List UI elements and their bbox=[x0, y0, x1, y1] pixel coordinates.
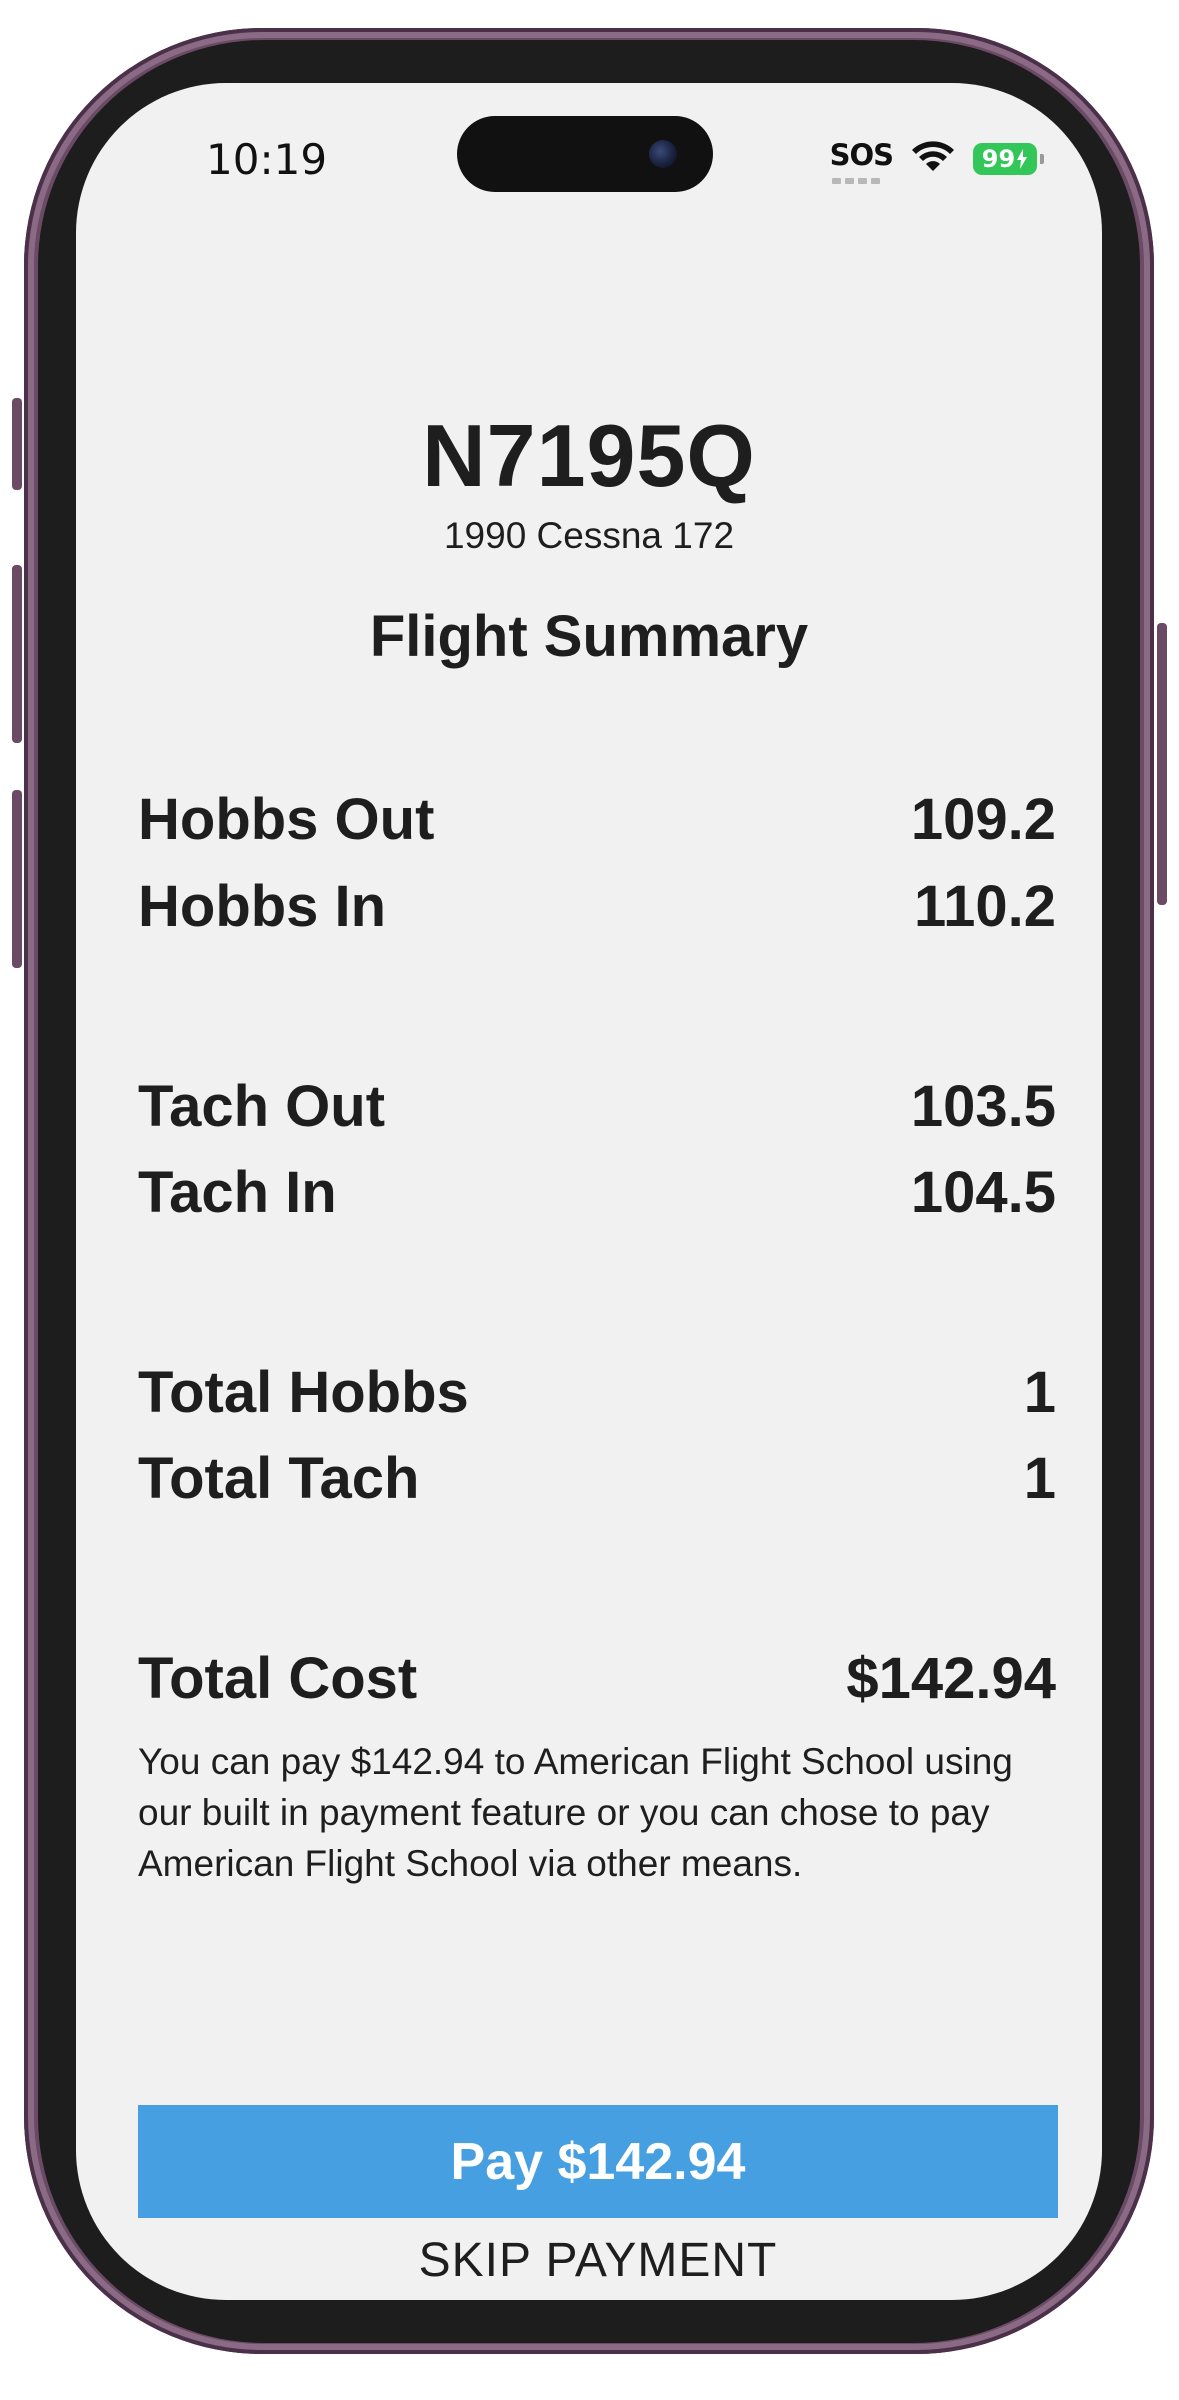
action-button bbox=[12, 398, 22, 490]
row-label: Total Tach bbox=[138, 1446, 420, 1511]
volume-down-button bbox=[12, 790, 22, 968]
row-value: 110.2 bbox=[914, 874, 1056, 939]
battery-tip bbox=[1040, 154, 1044, 164]
summary-row-hobbs-in: Hobbs In 110.2 bbox=[138, 873, 1056, 940]
summary-row-total-hobbs: Total Hobbs 1 bbox=[138, 1359, 1056, 1426]
flight-summary-title: Flight Summary bbox=[369, 604, 809, 669]
summary-row-tach-out: Tach Out 103.5 bbox=[138, 1073, 1056, 1140]
payment-note: You can pay $142.94 to American Flight S… bbox=[138, 1741, 1013, 1884]
signal-dots bbox=[831, 178, 880, 184]
row-value: 104.5 bbox=[910, 1160, 1056, 1225]
sos-indicator: SOS bbox=[829, 138, 894, 184]
sos-label: SOS bbox=[829, 138, 894, 172]
summary-row-total-tach: Total Tach 1 bbox=[138, 1445, 1056, 1512]
row-value: 109.2 bbox=[910, 787, 1056, 852]
summary-row-hobbs-out: Hobbs Out 109.2 bbox=[138, 786, 1056, 853]
pay-button[interactable]: Pay $142.94 bbox=[138, 2105, 1058, 2218]
camera-icon bbox=[649, 140, 677, 168]
row-label: Hobbs In bbox=[138, 874, 387, 939]
status-indicators: SOS 99 bbox=[829, 138, 1044, 184]
summary-row-total-cost: Total Cost $142.94 bbox=[138, 1645, 1056, 1712]
row-label: Tach In bbox=[138, 1160, 337, 1225]
battery-level: 99 bbox=[981, 145, 1016, 173]
power-button bbox=[1157, 623, 1167, 905]
status-time: 10:19 bbox=[206, 135, 328, 184]
row-value: 103.5 bbox=[910, 1074, 1056, 1139]
aircraft-model: 1990 Cessna 172 bbox=[443, 515, 735, 556]
app-screen: 10:19 SOS 99 N7195Q 1990 Cessna 172 Flig… bbox=[76, 83, 1102, 2300]
row-value: 1 bbox=[1023, 1360, 1056, 1425]
row-label: Tach Out bbox=[138, 1074, 386, 1139]
battery-icon: 99 bbox=[973, 143, 1044, 175]
row-value: 1 bbox=[1023, 1446, 1056, 1511]
row-value: $142.94 bbox=[846, 1646, 1056, 1711]
skip-payment-button[interactable]: SKIP PAYMENT bbox=[138, 2233, 1058, 2288]
dynamic-island bbox=[457, 116, 713, 192]
aircraft-tail-number: N7195Q bbox=[422, 406, 756, 505]
row-label: Hobbs Out bbox=[138, 787, 435, 852]
wifi-icon bbox=[911, 140, 955, 179]
row-label: Total Hobbs bbox=[138, 1360, 469, 1425]
volume-up-button bbox=[12, 565, 22, 743]
summary-row-tach-in: Tach In 104.5 bbox=[138, 1159, 1056, 1226]
row-label: Total Cost bbox=[138, 1646, 418, 1711]
